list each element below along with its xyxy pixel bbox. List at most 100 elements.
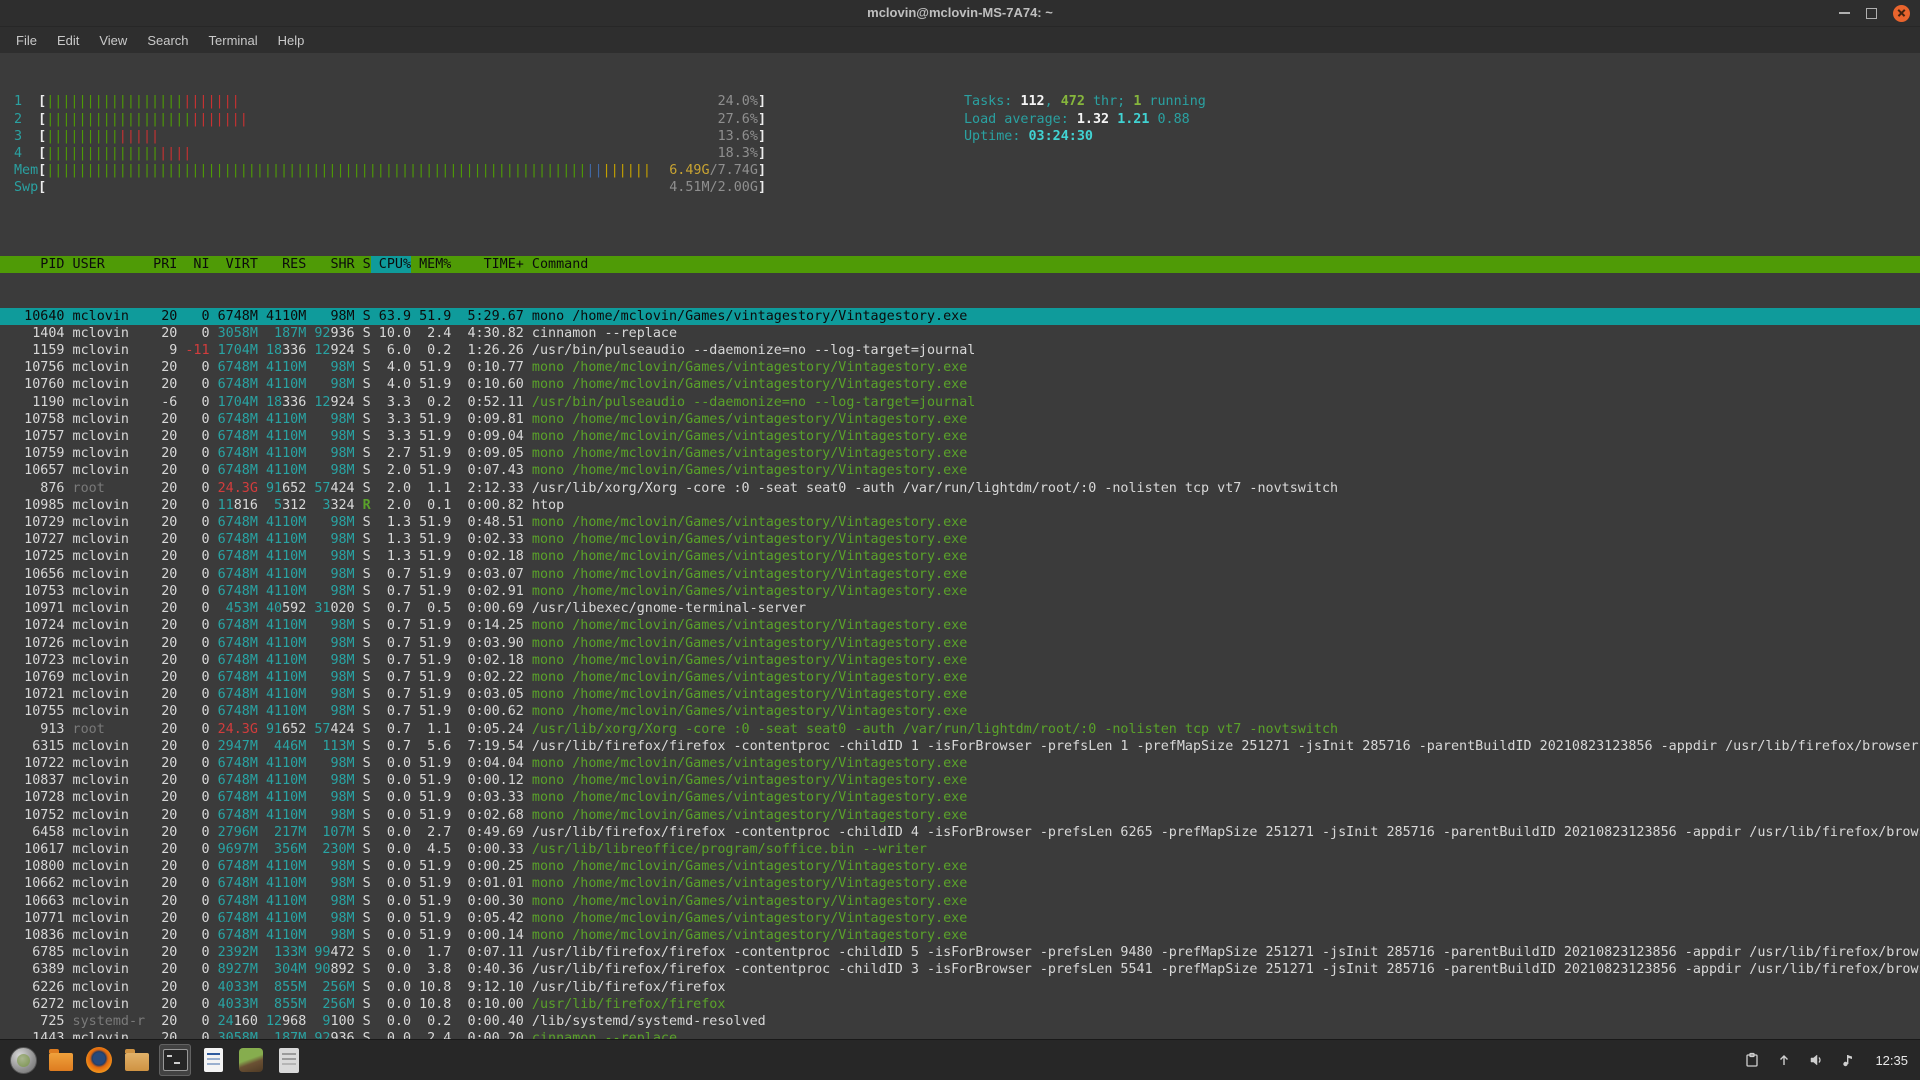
- taskbar-panel: 12:35: [0, 1039, 1920, 1080]
- process-table-header: PIDUSERPRINIVIRTRESSHRSCPU%MEM%TIME+Comm…: [0, 256, 1920, 273]
- process-row-913[interactable]: 913root20024.3G9165257424S0.71.10:05.24/…: [0, 721, 1920, 738]
- menu-help[interactable]: Help: [268, 33, 315, 48]
- process-row-10723[interactable]: 10723mclovin2006748M4110M98MS0.751.90:02…: [0, 652, 1920, 669]
- column-header-time[interactable]: TIME+: [451, 256, 524, 273]
- meter-1: 1[||||||||||||||||||||||||24.0%]: [14, 93, 766, 110]
- process-row-10724[interactable]: 10724mclovin2006748M4110M98MS0.751.90:14…: [0, 617, 1920, 634]
- process-row-10760[interactable]: 10760mclovin2006748M4110M98MS4.051.90:10…: [0, 376, 1920, 393]
- menubar: FileEditViewSearchTerminalHelp: [0, 27, 1920, 54]
- firefox-icon: [86, 1047, 112, 1073]
- column-header-cpu[interactable]: CPU%: [371, 256, 411, 273]
- process-row-10722[interactable]: 10722mclovin2006748M4110M98MS0.051.90:04…: [0, 755, 1920, 772]
- process-row-10757[interactable]: 10757mclovin2006748M4110M98MS3.351.90:09…: [0, 428, 1920, 445]
- titlebar[interactable]: mclovin@mclovin-MS-7A74: ~: [0, 0, 1920, 27]
- process-row-10836[interactable]: 10836mclovin2006748M4110M98MS0.051.90:00…: [0, 927, 1920, 944]
- upload-arrow-icon[interactable]: [1775, 1051, 1793, 1069]
- meter-2: 2[|||||||||||||||||||||||||27.6%]: [14, 111, 766, 128]
- menu-view[interactable]: View: [89, 33, 137, 48]
- process-row-6272[interactable]: 6272mclovin2004033M855M256MS0.010.80:10.…: [0, 996, 1920, 1013]
- process-row-10721[interactable]: 10721mclovin2006748M4110M98MS0.751.90:03…: [0, 686, 1920, 703]
- process-row-10971[interactable]: 10971mclovin200453M4059231020S0.70.50:00…: [0, 600, 1920, 617]
- process-row-6315[interactable]: 6315mclovin2002947M446M113MS0.75.67:19.5…: [0, 738, 1920, 755]
- writer-window-button[interactable]: [194, 1040, 232, 1080]
- clock[interactable]: 12:35: [1875, 1053, 1908, 1068]
- column-header-res[interactable]: RES: [258, 256, 306, 273]
- process-row-6389[interactable]: 6389mclovin2008927M304M90892S0.03.80:40.…: [0, 961, 1920, 978]
- terminal-screen[interactable]: 1[||||||||||||||||||||||||24.0%]2[||||||…: [0, 53, 1920, 1040]
- process-row-10726[interactable]: 10726mclovin2006748M4110M98MS0.751.90:03…: [0, 635, 1920, 652]
- app-window-button[interactable]: [270, 1040, 308, 1080]
- process-row-725[interactable]: 725systemd-r20024160129689100S0.00.20:00…: [0, 1013, 1920, 1030]
- menu-terminal[interactable]: Terminal: [199, 33, 268, 48]
- htop-header-area: 1[||||||||||||||||||||||||24.0%]2[||||||…: [0, 87, 1920, 196]
- column-header-shr[interactable]: SHR: [306, 256, 354, 273]
- maximize-icon[interactable]: [1866, 8, 1877, 19]
- window-title: mclovin@mclovin-MS-7A74: ~: [0, 5, 1920, 20]
- process-row-10663[interactable]: 10663mclovin2006748M4110M98MS0.051.90:00…: [0, 893, 1920, 910]
- game-window-button[interactable]: [232, 1040, 270, 1080]
- minimize-icon[interactable]: [1839, 12, 1850, 14]
- process-row-10753[interactable]: 10753mclovin2006748M4110M98MS0.751.90:02…: [0, 583, 1920, 600]
- process-row-10771[interactable]: 10771mclovin2006748M4110M98MS0.051.90:05…: [0, 910, 1920, 927]
- process-row-1190[interactable]: 1190mclovin-601704M1833612924S3.30.20:52…: [0, 394, 1920, 411]
- process-row-10657[interactable]: 10657mclovin2006748M4110M98MS2.051.90:07…: [0, 462, 1920, 479]
- process-row-6785[interactable]: 6785mclovin2002392M133M99472S0.01.70:07.…: [0, 944, 1920, 961]
- meter-swp: Swp[4.51M/2.00G]: [14, 179, 766, 196]
- menu-file[interactable]: File: [6, 33, 47, 48]
- gray-document-icon: [279, 1048, 299, 1073]
- column-header-pri[interactable]: PRI: [153, 256, 177, 273]
- menu-edit[interactable]: Edit: [47, 33, 89, 48]
- process-row-10800[interactable]: 10800mclovin2006748M4110M98MS0.051.90:00…: [0, 858, 1920, 875]
- process-table: 10640mclovin2006748M4110M98MS63.951.95:2…: [0, 308, 1920, 1040]
- files-orange-icon: [49, 1053, 73, 1071]
- process-row-10617[interactable]: 10617mclovin2009697M356M230MS0.04.50:00.…: [0, 841, 1920, 858]
- process-row-6226[interactable]: 6226mclovin2004033M855M256MS0.010.89:12.…: [0, 979, 1920, 996]
- process-row-10985[interactable]: 10985mclovin2001181653123324R2.00.10:00.…: [0, 497, 1920, 514]
- column-header-mem[interactable]: MEM%: [411, 256, 451, 273]
- panel-left: [0, 1040, 308, 1080]
- column-header-command[interactable]: Command: [524, 256, 1920, 273]
- process-row-10640[interactable]: 10640mclovin2006748M4110M98MS63.951.95:2…: [0, 308, 1920, 325]
- meter-mem: Mem[||||||||||||||||||||||||||||||||||||…: [14, 162, 766, 179]
- column-header-s[interactable]: S: [355, 256, 371, 273]
- menu-search[interactable]: Search: [137, 33, 198, 48]
- files-launcher[interactable]: [42, 1040, 80, 1080]
- process-row-1404[interactable]: 1404mclovin2003058M187M92936S10.02.44:30…: [0, 325, 1920, 342]
- column-header-ni[interactable]: NI: [177, 256, 209, 273]
- process-row-6458[interactable]: 6458mclovin2002796M217M107MS0.02.70:49.6…: [0, 824, 1920, 841]
- media-note-icon[interactable]: [1839, 1051, 1857, 1069]
- terminal-window-button[interactable]: [159, 1044, 191, 1076]
- folder-launcher[interactable]: [118, 1040, 156, 1080]
- clipboard-icon[interactable]: [1743, 1051, 1761, 1069]
- mint-menu-button[interactable]: [4, 1040, 42, 1080]
- cpu-memory-meters: 1[||||||||||||||||||||||||24.0%]2[||||||…: [14, 93, 766, 196]
- process-row-1159[interactable]: 1159mclovin9-111704M1833612924S6.00.21:2…: [0, 342, 1920, 359]
- column-header-pid[interactable]: PID: [0, 256, 64, 273]
- volume-icon[interactable]: [1807, 1051, 1825, 1069]
- process-row-10759[interactable]: 10759mclovin2006748M4110M98MS2.751.90:09…: [0, 445, 1920, 462]
- process-row-10758[interactable]: 10758mclovin2006748M4110M98MS3.351.90:09…: [0, 411, 1920, 428]
- process-row-10752[interactable]: 10752mclovin2006748M4110M98MS0.051.90:02…: [0, 807, 1920, 824]
- system-summary: Tasks: 112, 472 thr; 1 runningLoad avera…: [964, 93, 1206, 196]
- process-row-10837[interactable]: 10837mclovin2006748M4110M98MS0.051.90:00…: [0, 772, 1920, 789]
- process-row-10729[interactable]: 10729mclovin2006748M4110M98MS1.351.90:48…: [0, 514, 1920, 531]
- game-icon: [239, 1048, 263, 1072]
- process-row-10755[interactable]: 10755mclovin2006748M4110M98MS0.751.90:00…: [0, 703, 1920, 720]
- writer-document-icon: [204, 1048, 223, 1072]
- process-row-10756[interactable]: 10756mclovin2006748M4110M98MS4.051.90:10…: [0, 359, 1920, 376]
- column-header-virt[interactable]: VIRT: [210, 256, 258, 273]
- column-header-user[interactable]: USER: [64, 256, 153, 273]
- meter-4: 4[||||||||||||||||||18.3%]: [14, 145, 766, 162]
- process-row-10769[interactable]: 10769mclovin2006748M4110M98MS0.751.90:02…: [0, 669, 1920, 686]
- meter-3: 3[||||||||||||||13.6%]: [14, 128, 766, 145]
- process-row-10728[interactable]: 10728mclovin2006748M4110M98MS0.051.90:03…: [0, 789, 1920, 806]
- terminal-window: mclovin@mclovin-MS-7A74: ~ FileEditViewS…: [0, 0, 1920, 1040]
- process-row-876[interactable]: 876root20024.3G9165257424S2.01.12:12.33/…: [0, 480, 1920, 497]
- process-row-10725[interactable]: 10725mclovin2006748M4110M98MS1.351.90:02…: [0, 548, 1920, 565]
- close-icon[interactable]: [1893, 5, 1910, 22]
- firefox-launcher[interactable]: [80, 1040, 118, 1080]
- summary-uptime: Uptime: 03:24:30: [964, 128, 1206, 145]
- process-row-10656[interactable]: 10656mclovin2006748M4110M98MS0.751.90:03…: [0, 566, 1920, 583]
- process-row-10727[interactable]: 10727mclovin2006748M4110M98MS1.351.90:02…: [0, 531, 1920, 548]
- process-row-10662[interactable]: 10662mclovin2006748M4110M98MS0.051.90:01…: [0, 875, 1920, 892]
